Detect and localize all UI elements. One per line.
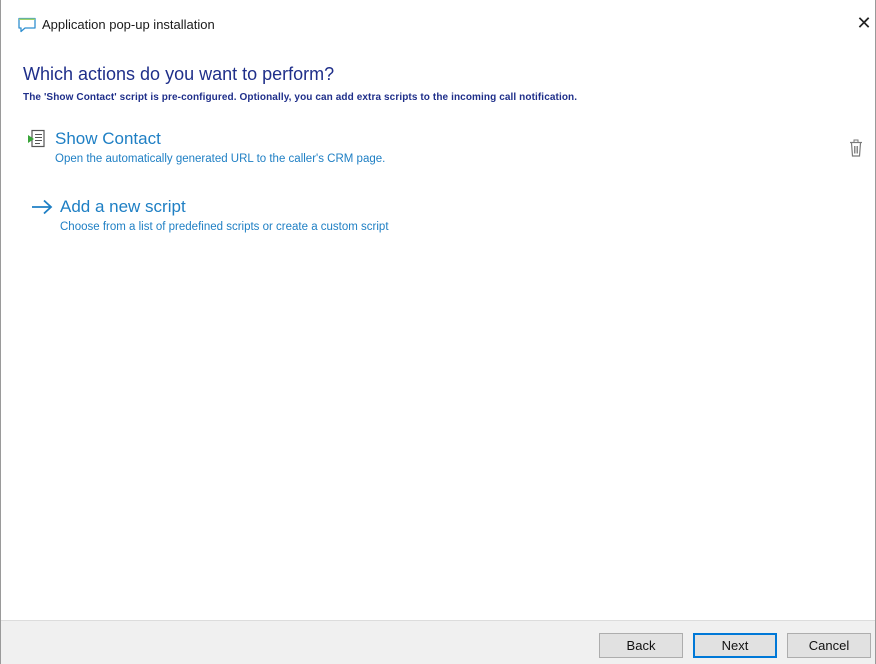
trash-icon[interactable] bbox=[847, 138, 865, 158]
add-script-link[interactable]: Add a new script Choose from a list of p… bbox=[31, 194, 551, 238]
arrow-right-icon bbox=[32, 199, 53, 215]
title-bar: Application pop-up installation ✕ bbox=[1, 0, 875, 46]
button-bar: Back Next Cancel bbox=[1, 620, 875, 664]
script-title: Show Contact bbox=[55, 129, 161, 148]
next-button[interactable]: Next bbox=[693, 633, 777, 658]
installation-dialog: Application pop-up installation ✕ Which … bbox=[0, 0, 876, 664]
cancel-button[interactable]: Cancel bbox=[787, 633, 871, 658]
page-heading: Which actions do you want to perform? bbox=[23, 64, 335, 84]
window-title: Application pop-up installation bbox=[42, 17, 215, 32]
close-button[interactable]: ✕ bbox=[853, 10, 875, 36]
script-item-show-contact[interactable]: Show Contact Open the automatically gene… bbox=[27, 126, 547, 170]
add-script-title: Add a new script bbox=[60, 197, 186, 216]
script-icon bbox=[28, 129, 45, 148]
script-description: Open the automatically generated URL to … bbox=[55, 153, 386, 165]
chat-bubble-icon bbox=[18, 17, 36, 33]
page-subheading: The 'Show Contact' script is pre-configu… bbox=[23, 92, 578, 103]
add-script-description: Choose from a list of predefined scripts… bbox=[60, 221, 389, 233]
back-button[interactable]: Back bbox=[599, 633, 683, 658]
